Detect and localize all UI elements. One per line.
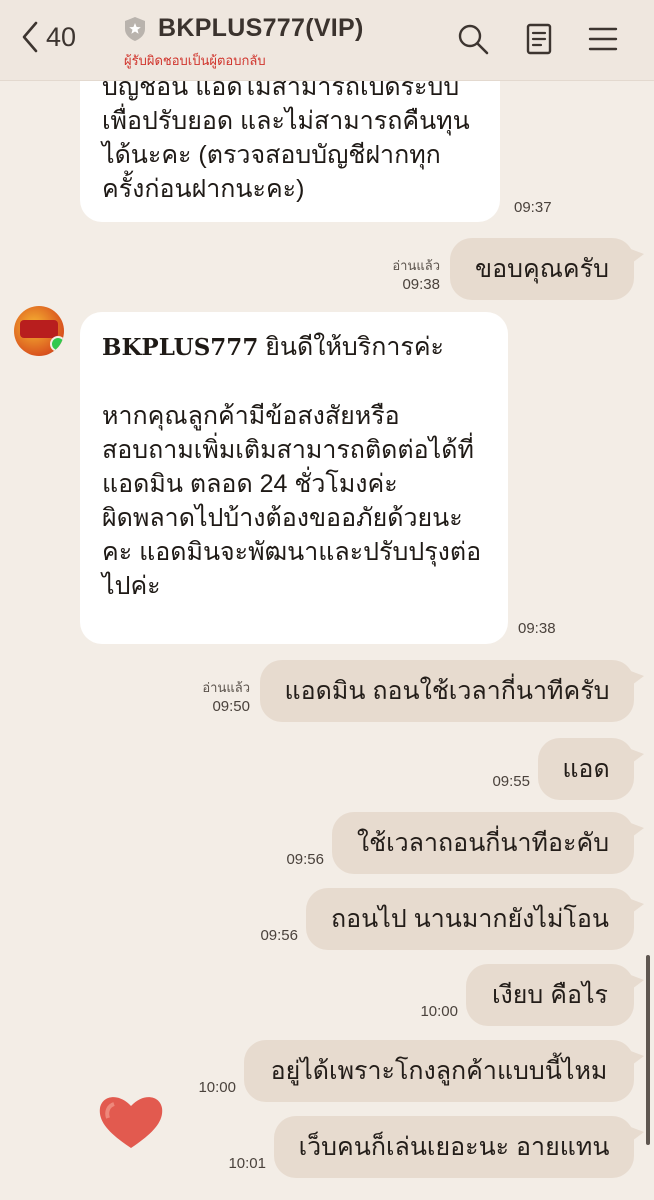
message-text: เงียบ คือไร <box>492 981 608 1009</box>
avatar-logo <box>20 320 58 338</box>
message-time: 10:01 <box>228 1155 266 1172</box>
chat-subtitle: ผู้รับผิดชอบเป็นผู้ตอบกลับ <box>124 53 266 68</box>
message-time: 10:00 <box>198 1079 236 1096</box>
sent-message[interactable]: อยู่ได้เพราะโกงลูกค้าแบบนี้ไหม <box>244 1040 644 1102</box>
message-text: อยู่ได้เพราะโกงลูกค้าแบบนี้ไหม <box>270 1057 608 1085</box>
verified-shield-icon <box>125 17 145 41</box>
back-button[interactable]: 40 <box>20 20 76 54</box>
message-text: ยินดีให้บริการค่ะ <box>258 333 444 361</box>
sent-message[interactable]: เงียบ คือไร <box>466 964 644 1026</box>
sent-message[interactable]: เว็บคนก็เล่นเยอะนะ อายแทน <box>274 1116 644 1178</box>
message-time: 10:00 <box>420 1003 458 1020</box>
chat-header: 40 BKPLUS777(VIP) ผู้รับผิดชอบเป็นผู้ตอบ… <box>0 0 654 81</box>
chat-area: บัญชีอื่น แอดไม่สามารถเปิดระบบ เพื่อปรับ… <box>0 0 654 1200</box>
message-line: ได้นะคะ (ตรวจสอบบัญชีฝากทุก <box>102 141 441 169</box>
message-line: เพื่อปรับยอด และไม่สามารถคืนทุน <box>102 107 470 135</box>
sent-message[interactable]: แอด <box>538 738 644 800</box>
message-text: แอดมิน ถอนใช้เวลากี่นาทีครับ <box>284 677 610 705</box>
message-time: 09:38 <box>518 620 556 637</box>
message-line: คะ แอดมินจะพัฒนาและปรับปรุงต่อ <box>102 538 482 566</box>
message-text: ใช้เวลาถอนกี่นาทีอะคับ <box>356 829 610 857</box>
read-receipt: อ่านแล้ว <box>202 680 250 695</box>
message-time: 09:38 <box>402 276 440 293</box>
message-time: 09:56 <box>286 851 324 868</box>
notes-icon[interactable] <box>522 22 556 56</box>
online-indicator <box>50 336 64 352</box>
message-text: ขอบคุณครับ <box>475 255 609 283</box>
chevron-left-icon <box>22 21 38 53</box>
message-line: หากคุณลูกค้ามีข้อสงสัยหรือ <box>102 402 400 430</box>
message-first-line: BKPLUS777 ยินดีให้บริการค่ะ <box>102 330 486 365</box>
message-line: ครั้งก่อนฝากนะคะ) <box>102 175 305 203</box>
message-meta: อ่านแล้ว 09:50 <box>180 678 250 716</box>
chat-title[interactable]: BKPLUS777(VIP) <box>158 14 364 43</box>
message-text: แอด <box>562 755 610 783</box>
message-line: ไปค่ะ <box>102 572 161 600</box>
menu-icon[interactable] <box>586 22 620 56</box>
brand-name: BKPLUS777 <box>102 334 259 361</box>
message-time: 09:55 <box>492 773 530 790</box>
message-time: 09:56 <box>260 927 298 944</box>
message-line: แอดมิน ตลอด 24 ชั่วโมงค่ะ <box>102 470 398 498</box>
unread-count: 40 <box>46 21 77 52</box>
scrollbar[interactable] <box>646 955 650 1145</box>
contact-avatar[interactable] <box>14 306 64 356</box>
read-receipt: อ่านแล้ว <box>392 258 440 273</box>
sent-message[interactable]: แอดมิน ถอนใช้เวลากี่นาทีครับ <box>260 660 644 722</box>
sent-message[interactable]: ขอบคุณครับ <box>450 238 644 300</box>
received-message[interactable]: BKPLUS777 ยินดีให้บริการค่ะ หากคุณลูกค้า… <box>80 312 508 644</box>
message-line: ผิดพลาดไปบ้างต้องขออภัยด้วยนะ <box>102 504 463 532</box>
message-text: ถอนไป นานมากยังไม่โอน <box>331 905 609 933</box>
message-text: เว็บคนก็เล่นเยอะนะ อายแทน <box>298 1133 610 1161</box>
message-time: 09:50 <box>212 698 250 715</box>
search-icon[interactable] <box>456 22 490 56</box>
message-line: สอบถามเพิ่มเติมสามารถติดต่อได้ที่ <box>102 436 474 464</box>
sent-message[interactable]: ถอนไป นานมากยังไม่โอน <box>306 888 644 950</box>
message-time: 09:37 <box>514 199 552 216</box>
message-meta: อ่านแล้ว 09:38 <box>370 256 440 294</box>
sent-message[interactable]: ใช้เวลาถอนกี่นาทีอะคับ <box>332 812 644 874</box>
heart-sticker-icon <box>99 1097 163 1148</box>
